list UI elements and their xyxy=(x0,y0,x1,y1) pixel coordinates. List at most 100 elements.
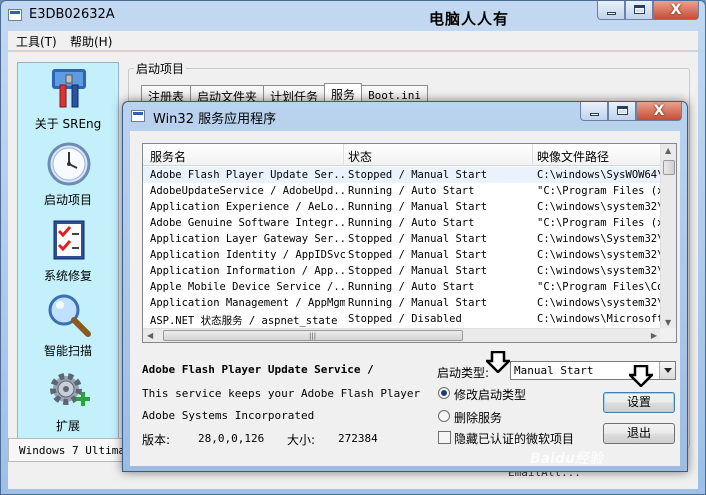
cell-image-path: C:\windows\system32\ xyxy=(537,265,661,277)
delete-service-radio[interactable] xyxy=(438,410,450,422)
settings-button[interactable]: 设置 xyxy=(603,392,675,413)
sidebar-item-label: 系统修复 xyxy=(43,269,92,283)
close-icon: X xyxy=(670,2,682,18)
minimize-icon xyxy=(607,12,616,15)
delete-service-label[interactable]: 删除服务 xyxy=(454,409,502,426)
table-row[interactable]: AdobeUpdateService / AdobeUpd... Running … xyxy=(143,183,661,199)
watermark-text: Baidu经验 xyxy=(530,451,603,467)
cell-image-path: "C:\Program Files (x xyxy=(537,217,661,229)
cell-image-path: C:\windows\SysWOW64\ xyxy=(537,169,661,181)
sidebar-item-extend[interactable]: 扩展 xyxy=(18,367,118,442)
scroll-grip-icon: ||| xyxy=(309,332,317,340)
column-header-status[interactable]: 状态 xyxy=(348,148,372,165)
scroll-down-icon[interactable]: ▼ xyxy=(665,318,671,327)
service-detail-name: Adobe Flash Player Update Service / xyxy=(142,363,374,376)
cell-service-name: Application Information / App... xyxy=(150,265,345,277)
maximize-icon xyxy=(634,5,645,14)
sidebar-item-startup[interactable]: 启动项目 xyxy=(18,141,118,216)
column-header-image-path[interactable]: 映像文件路径 xyxy=(537,148,609,165)
table-row[interactable]: Application Management / AppMgmt Running … xyxy=(143,295,661,311)
arrow-down-icon xyxy=(629,365,653,387)
dialog-close-button[interactable]: X xyxy=(636,102,682,121)
scroll-left-icon[interactable]: ◀ xyxy=(147,331,153,340)
clock-icon xyxy=(47,142,91,186)
horizontal-scrollbar[interactable]: ◀ ||| ▶ xyxy=(143,328,661,342)
table-row[interactable]: Adobe Genuine Software Integr... Running … xyxy=(143,215,661,231)
exit-button[interactable]: 退出 xyxy=(603,423,675,444)
modify-startup-radio[interactable] xyxy=(438,387,450,399)
close-icon: X xyxy=(653,103,665,119)
table-row[interactable]: Adobe Flash Player Update Ser... Stopped … xyxy=(143,167,661,183)
modify-startup-label[interactable]: 修改启动类型 xyxy=(454,386,526,403)
table-row[interactable]: Application Information / App... Stopped … xyxy=(143,263,661,279)
table-row[interactable]: Application Experience / AeLo... Running … xyxy=(143,199,661,215)
vertical-scrollbar[interactable]: ▲ ▼ xyxy=(660,144,676,329)
title-bar[interactable]: E3DB02632A 电脑人人有 X xyxy=(1,1,705,31)
horizontal-scroll-thumb[interactable]: ||| xyxy=(163,330,463,341)
startup-type-value: Manual Start xyxy=(514,364,594,377)
hide-microsoft-checkbox[interactable] xyxy=(438,431,451,444)
dialog-window-controls: X xyxy=(580,102,682,121)
menu-bar: 工具(T) 帮助(H) xyxy=(8,31,698,51)
chevron-down-icon[interactable] xyxy=(659,362,675,379)
cell-image-path: "C:\Program Files (x xyxy=(537,185,661,197)
list-header: 服务名 状态 映像文件路径 xyxy=(143,144,661,166)
cell-status: Running / Auto Start xyxy=(348,217,475,229)
version-label: 版本: xyxy=(142,433,171,447)
table-row[interactable]: Application Identity / AppIDSvc Stopped /… xyxy=(143,247,661,263)
services-list: 服务名 状态 映像文件路径 Adobe Flash Player Update … xyxy=(142,143,677,343)
cell-service-name: AdobeUpdateService / AdobeUpd... xyxy=(150,185,345,197)
column-header-service-name[interactable]: 服务名 xyxy=(150,148,186,165)
brand-text: 电脑人人有 xyxy=(429,10,510,28)
cell-status: Running / Manual Start xyxy=(348,297,488,309)
column-separator[interactable] xyxy=(532,144,533,166)
column-separator[interactable] xyxy=(343,144,344,166)
sidebar: 关于 SREng 启动项目 系统修复 智能扫描 扩展 xyxy=(17,62,119,440)
scroll-corner xyxy=(660,328,676,342)
minimize-icon xyxy=(590,113,599,116)
table-row[interactable]: Application Layer Gateway Ser... Stopped … xyxy=(143,231,661,247)
cell-status: Stopped / Manual Start xyxy=(348,265,488,277)
os-status-text: Windows 7 Ultimate xyxy=(19,444,124,457)
dialog-app-icon xyxy=(131,110,145,122)
sidebar-item-scan[interactable]: 智能扫描 xyxy=(18,292,118,367)
hide-microsoft-label[interactable]: 隐藏已认证的微软项目 xyxy=(454,430,574,447)
scroll-right-icon[interactable]: ▶ xyxy=(651,331,657,340)
vertical-scroll-thumb[interactable] xyxy=(663,160,675,175)
menu-help[interactable]: 帮助(H) xyxy=(70,33,112,50)
close-button[interactable]: X xyxy=(653,1,699,20)
scroll-up-icon[interactable]: ▲ xyxy=(665,146,671,155)
sidebar-item-label: 启动项目 xyxy=(43,193,92,207)
cell-service-name: Adobe Genuine Software Integr... xyxy=(150,217,345,229)
cell-service-name: ASP.NET 状态服务 / aspnet_state xyxy=(150,315,338,327)
dialog-title: Win32 服务应用程序 xyxy=(153,112,277,127)
list-rows: Adobe Flash Player Update Ser... Stopped … xyxy=(143,167,661,331)
checklist-icon xyxy=(53,220,85,260)
service-detail-description: This service keeps your Adobe Flash Play… xyxy=(142,387,421,400)
menu-tools[interactable]: 工具(T) xyxy=(16,33,57,50)
cell-status: Running / Manual Start xyxy=(348,201,488,213)
maximize-button[interactable] xyxy=(625,1,653,20)
status-bar: Windows 7 Ultimate xyxy=(8,438,128,462)
cell-status: Stopped / Disabled xyxy=(348,313,462,325)
cell-status: Stopped / Manual Start xyxy=(348,169,488,181)
size-value: 272384 xyxy=(338,432,378,445)
dialog-minimize-button[interactable] xyxy=(580,102,608,121)
sidebar-item-repair[interactable]: 系统修复 xyxy=(18,217,118,292)
table-row[interactable]: Apple Mobile Device Service /... Running … xyxy=(143,279,661,295)
dialog-maximize-button[interactable] xyxy=(608,102,636,121)
startup-group-label: 启动项目 xyxy=(134,60,187,77)
window-controls: X xyxy=(597,1,699,20)
cell-service-name: Adobe Flash Player Update Ser... xyxy=(150,169,345,181)
cell-service-name: Application Experience / AeLo... xyxy=(150,201,345,213)
table-row[interactable]: ASP.NET 状态服务 / aspnet_state Stopped / Dis… xyxy=(143,311,661,327)
cell-image-path: C:\windows\system32\ xyxy=(537,201,661,213)
cell-status: Running / Auto Start xyxy=(348,185,475,197)
arrow-down-icon xyxy=(486,351,510,373)
cell-service-name: Application Layer Gateway Ser... xyxy=(150,233,345,245)
cell-service-name: Apple Mobile Device Service /... xyxy=(150,281,345,293)
app-icon xyxy=(8,9,22,21)
minimize-button[interactable] xyxy=(597,1,625,20)
maximize-icon xyxy=(617,106,628,115)
sidebar-item-about[interactable]: 关于 SREng xyxy=(18,65,118,140)
